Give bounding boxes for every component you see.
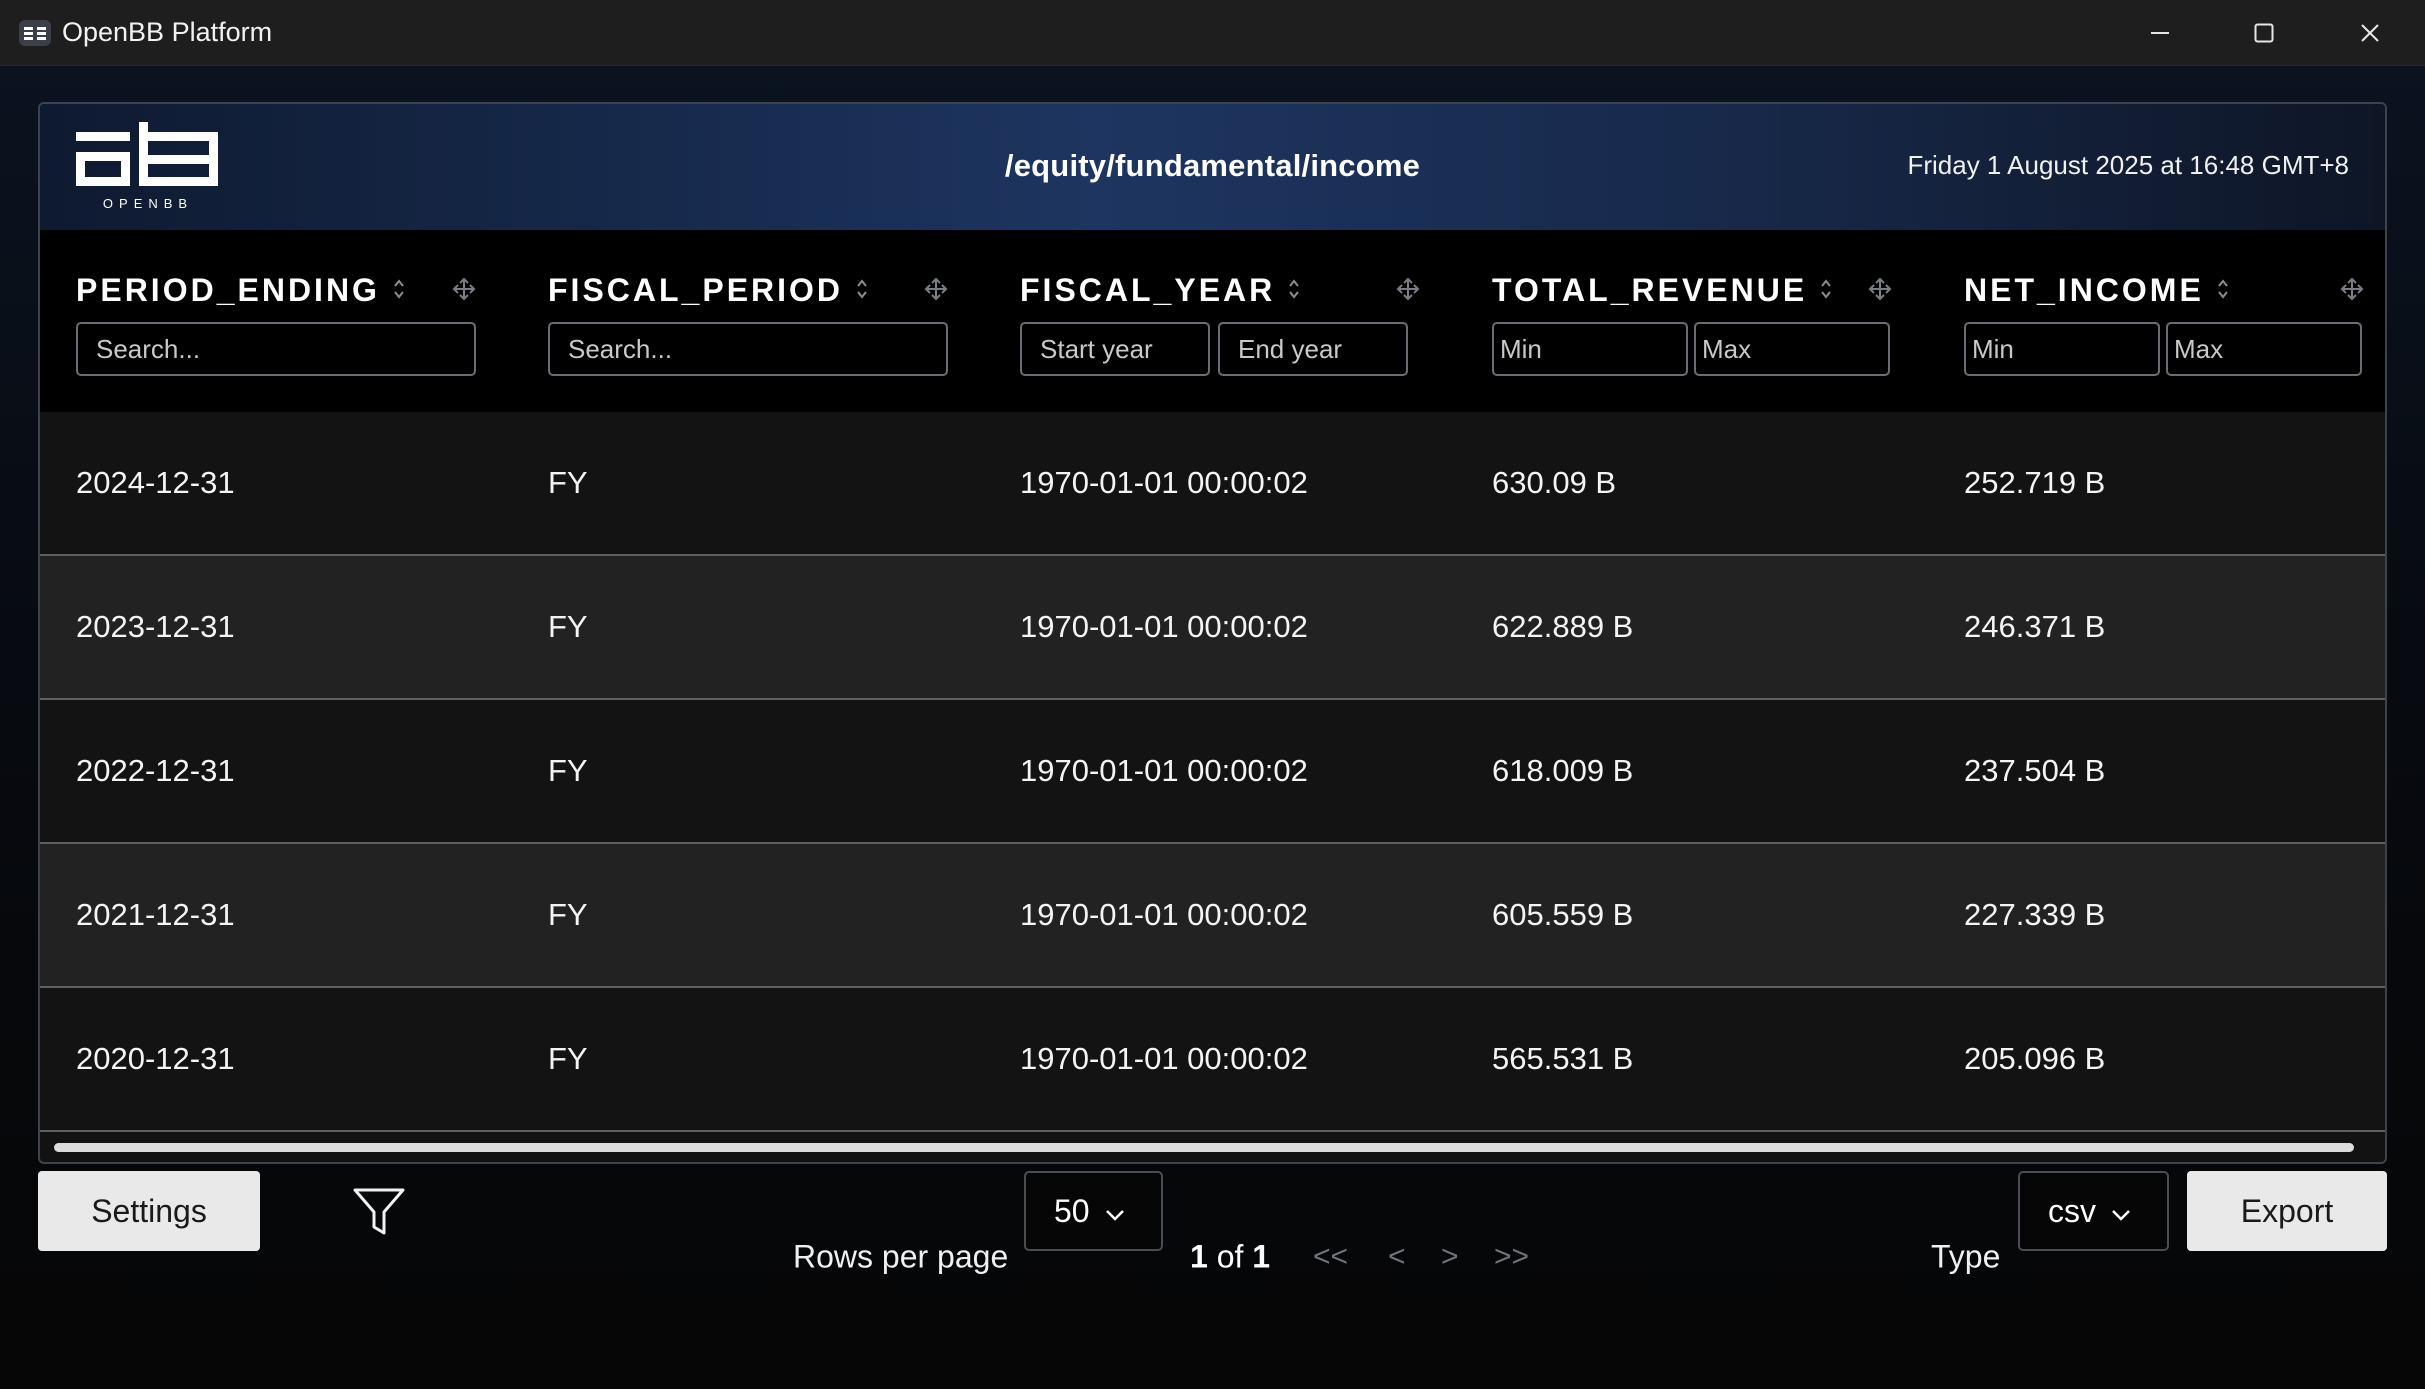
column-header-total-revenue: TOTAL_REVENUE bbox=[1456, 230, 1928, 412]
cell-period-ending: 2020-12-31 bbox=[76, 1041, 235, 1076]
panel-header: OPENBB /equity/fundamental/income Friday… bbox=[40, 104, 2385, 230]
column-sort-period-ending[interactable]: PERIOD_ENDING bbox=[76, 272, 406, 309]
drag-handle-icon[interactable] bbox=[924, 277, 948, 306]
page-total: 1 bbox=[1252, 1238, 1271, 1275]
cell-net-income: 252.719 B bbox=[1964, 465, 2106, 500]
table-row: 2024-12-31 FY 1970-01-01 00:00:02 630.09… bbox=[40, 412, 2385, 556]
cell-period-ending: 2021-12-31 bbox=[76, 897, 235, 932]
cell-total-revenue: 565.531 B bbox=[1492, 1041, 1634, 1076]
settings-button[interactable]: Settings bbox=[38, 1171, 260, 1251]
logo-text: OPENBB bbox=[103, 196, 193, 211]
cell-period-ending: 2024-12-31 bbox=[76, 465, 235, 500]
export-button[interactable]: Export bbox=[2187, 1171, 2387, 1251]
rows-per-page-value: 50 bbox=[1054, 1192, 1090, 1229]
maximize-button[interactable] bbox=[2212, 0, 2316, 66]
net-income-min-input[interactable] bbox=[1964, 322, 2160, 376]
cell-net-income: 227.339 B bbox=[1964, 897, 2106, 932]
column-label: TOTAL_REVENUE bbox=[1492, 272, 1808, 308]
page-current: 1 bbox=[1190, 1238, 1208, 1275]
fiscal-period-search-input[interactable] bbox=[548, 322, 948, 376]
table-body: 2024-12-31 FY 1970-01-01 00:00:02 630.09… bbox=[40, 412, 2385, 1132]
column-sort-total-revenue[interactable]: TOTAL_REVENUE bbox=[1492, 272, 1833, 309]
app-icon bbox=[18, 19, 52, 47]
chevron-down-icon bbox=[2096, 1193, 2132, 1230]
window-titlebar: OpenBB Platform bbox=[0, 0, 2425, 66]
column-header-period-ending: PERIOD_ENDING bbox=[40, 230, 512, 412]
cell-fiscal-period: FY bbox=[548, 1041, 588, 1076]
cell-fiscal-year: 1970-01-01 00:00:02 bbox=[1020, 1041, 1308, 1076]
last-page-button[interactable]: >> bbox=[1494, 1240, 1529, 1274]
prev-page-button[interactable]: < bbox=[1388, 1240, 1406, 1274]
close-button[interactable] bbox=[2318, 0, 2422, 66]
cell-total-revenue: 605.559 B bbox=[1492, 897, 1634, 932]
drag-handle-icon[interactable] bbox=[1868, 277, 1892, 306]
period-ending-search-input[interactable] bbox=[76, 322, 476, 376]
sort-icon bbox=[855, 272, 869, 309]
close-icon bbox=[2359, 22, 2381, 44]
fiscal-year-start-input[interactable] bbox=[1020, 322, 1210, 376]
page-of: of bbox=[1216, 1238, 1244, 1275]
column-header-fiscal-year: FISCAL_YEAR bbox=[984, 230, 1456, 412]
cell-fiscal-year: 1970-01-01 00:00:02 bbox=[1020, 609, 1308, 644]
sort-icon bbox=[1819, 272, 1833, 309]
maximize-icon bbox=[2253, 22, 2275, 44]
table-row: 2023-12-31 FY 1970-01-01 00:00:02 622.88… bbox=[40, 556, 2385, 700]
cell-period-ending: 2022-12-31 bbox=[76, 753, 235, 788]
total-revenue-max-input[interactable] bbox=[1694, 322, 1890, 376]
table-row: 2021-12-31 FY 1970-01-01 00:00:02 605.55… bbox=[40, 844, 2385, 988]
cell-total-revenue: 630.09 B bbox=[1492, 465, 1617, 500]
table-row: 2022-12-31 FY 1970-01-01 00:00:02 618.00… bbox=[40, 700, 2385, 844]
cell-fiscal-year: 1970-01-01 00:00:02 bbox=[1020, 897, 1308, 932]
sort-icon bbox=[2216, 272, 2230, 309]
column-header-fiscal-period: FISCAL_PERIOD bbox=[512, 230, 984, 412]
chevron-down-icon bbox=[1090, 1193, 1126, 1230]
cell-fiscal-year: 1970-01-01 00:00:02 bbox=[1020, 465, 1308, 500]
minimize-button[interactable] bbox=[2108, 0, 2212, 66]
column-sort-fiscal-period[interactable]: FISCAL_PERIOD bbox=[548, 272, 869, 309]
column-label: FISCAL_PERIOD bbox=[548, 272, 844, 308]
cell-period-ending: 2023-12-31 bbox=[76, 609, 235, 644]
total-revenue-min-input[interactable] bbox=[1492, 322, 1688, 376]
column-header-net-income: NET_INCOME bbox=[1928, 230, 2385, 412]
minimize-icon bbox=[2149, 22, 2171, 44]
column-sort-fiscal-year[interactable]: FISCAL_YEAR bbox=[1020, 272, 1301, 309]
column-sort-net-income[interactable]: NET_INCOME bbox=[1964, 272, 2230, 309]
next-page-button[interactable]: > bbox=[1441, 1240, 1459, 1274]
cell-net-income: 237.504 B bbox=[1964, 753, 2106, 788]
table-header: PERIOD_ENDING FISCAL_PERIOD FISCAL_YEAR bbox=[40, 230, 2385, 412]
page-indicator: 1 of 1 bbox=[1190, 1239, 1270, 1276]
export-type-value: csv bbox=[2048, 1192, 2096, 1229]
table-row: 2020-12-31 FY 1970-01-01 00:00:02 565.53… bbox=[40, 988, 2385, 1132]
cell-fiscal-period: FY bbox=[548, 465, 588, 500]
column-label: NET_INCOME bbox=[1964, 272, 2204, 308]
rows-per-page-select[interactable]: 50 bbox=[1024, 1171, 1163, 1251]
rows-per-page-label: Rows per page bbox=[793, 1238, 1009, 1275]
sort-icon bbox=[1287, 272, 1301, 309]
first-page-button[interactable]: << bbox=[1313, 1240, 1348, 1274]
fiscal-year-end-input[interactable] bbox=[1218, 322, 1408, 376]
drag-handle-icon[interactable] bbox=[1396, 277, 1420, 306]
cell-net-income: 246.371 B bbox=[1964, 609, 2106, 644]
cell-net-income: 205.096 B bbox=[1964, 1041, 2106, 1076]
cell-total-revenue: 618.009 B bbox=[1492, 753, 1634, 788]
net-income-max-input[interactable] bbox=[2166, 322, 2362, 376]
column-label: FISCAL_YEAR bbox=[1020, 272, 1276, 308]
table-panel: OPENBB /equity/fundamental/income Friday… bbox=[38, 102, 2387, 1164]
window-title: OpenBB Platform bbox=[62, 17, 273, 47]
timestamp: Friday 1 August 2025 at 16:48 GMT+8 bbox=[1907, 150, 2349, 180]
export-type-label: Type bbox=[1931, 1238, 2001, 1275]
cell-fiscal-period: FY bbox=[548, 897, 588, 932]
sort-icon bbox=[392, 272, 406, 309]
drag-handle-icon[interactable] bbox=[452, 277, 476, 306]
column-label: PERIOD_ENDING bbox=[76, 272, 380, 308]
filter-icon[interactable] bbox=[352, 1185, 406, 1244]
horizontal-scrollbar[interactable] bbox=[54, 1143, 2354, 1152]
export-type-select[interactable]: csv bbox=[2018, 1171, 2169, 1251]
drag-handle-icon[interactable] bbox=[2340, 277, 2364, 306]
cell-fiscal-year: 1970-01-01 00:00:02 bbox=[1020, 753, 1308, 788]
cell-fiscal-period: FY bbox=[548, 753, 588, 788]
cell-fiscal-period: FY bbox=[548, 609, 588, 644]
cell-total-revenue: 622.889 B bbox=[1492, 609, 1634, 644]
